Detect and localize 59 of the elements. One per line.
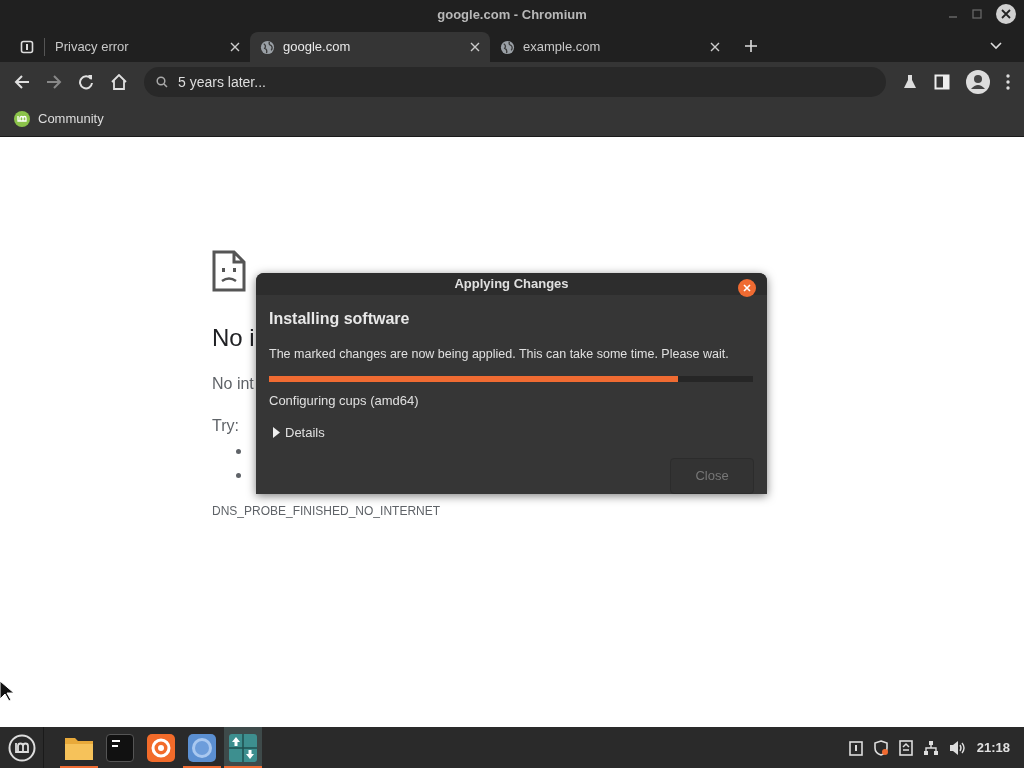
taskbar-app-button[interactable]	[224, 727, 262, 768]
maximize-icon[interactable]	[972, 9, 982, 19]
sad-page-icon	[212, 250, 246, 292]
new-tab-icon[interactable]	[744, 39, 758, 53]
shield-icon[interactable]	[872, 739, 889, 756]
update-icon[interactable]	[898, 739, 913, 756]
close-button[interactable]	[996, 4, 1016, 24]
search-icon	[156, 76, 168, 88]
dialog-title: Applying Changes	[454, 275, 569, 294]
forward-icon[interactable]	[46, 74, 62, 90]
mint-logo-icon	[14, 111, 30, 127]
try-label: Try:	[212, 416, 239, 436]
tab-page-icon	[20, 40, 34, 54]
bullet-icon	[236, 448, 241, 454]
chevron-down-icon[interactable]	[990, 42, 1002, 50]
browser-tab[interactable]: example.com	[490, 32, 730, 62]
reload-icon[interactable]	[78, 74, 94, 90]
details-expander[interactable]: Details	[273, 422, 325, 442]
tab-title: Privacy error	[55, 38, 130, 57]
flask-icon[interactable]	[902, 74, 918, 90]
profile-icon[interactable]	[966, 70, 990, 94]
update-manager-icon	[229, 733, 257, 762]
expander-arrow-icon	[273, 426, 280, 438]
clipboard-icon[interactable]	[848, 739, 863, 756]
error-code: DNS_PROBE_FINISHED_NO_INTERNET	[212, 503, 441, 520]
dialog-heading: Installing software	[269, 309, 411, 330]
tab-title: example.com	[523, 38, 602, 57]
close-icon[interactable]	[230, 42, 240, 52]
globe-icon	[260, 39, 275, 55]
close-icon[interactable]	[470, 42, 480, 52]
dialog-close-button[interactable]	[738, 279, 756, 297]
bookmark-label: Community	[38, 110, 104, 129]
browser-tab[interactable]: Privacy error	[10, 32, 250, 62]
address-bar[interactable]: 5 years later...	[144, 67, 886, 97]
home-icon[interactable]	[110, 74, 128, 90]
dialog-message: The marked changes are now being applied. This can take some time. Please wait.	[269, 346, 730, 364]
window-title: google.com - Chromium	[437, 6, 587, 25]
bookmark[interactable]: Community	[14, 109, 104, 129]
mint-logo-icon	[7, 733, 36, 762]
close-icon	[743, 284, 751, 292]
close-icon	[1001, 9, 1011, 19]
error-heading: No i	[212, 323, 255, 353]
browser-tab[interactable]: google.com	[250, 32, 490, 62]
address-text: 5 years later...	[178, 72, 266, 92]
terminal-icon	[106, 733, 134, 762]
volume-icon[interactable]	[948, 739, 967, 756]
clock[interactable]: 21:18	[976, 737, 1010, 758]
network-icon[interactable]	[922, 739, 939, 756]
back-icon[interactable]	[14, 74, 30, 90]
error-message: No int	[212, 374, 254, 394]
bullet-icon	[236, 472, 241, 478]
close-icon[interactable]	[710, 42, 720, 52]
tab-title: google.com	[283, 38, 352, 57]
side-panel-icon[interactable]	[934, 74, 950, 90]
menu-icon[interactable]	[1006, 74, 1010, 90]
browser-icon	[147, 733, 175, 762]
globe-icon	[500, 39, 515, 55]
browser-icon	[188, 733, 216, 762]
status-text: Configuring cups (amd64)	[269, 392, 420, 410]
